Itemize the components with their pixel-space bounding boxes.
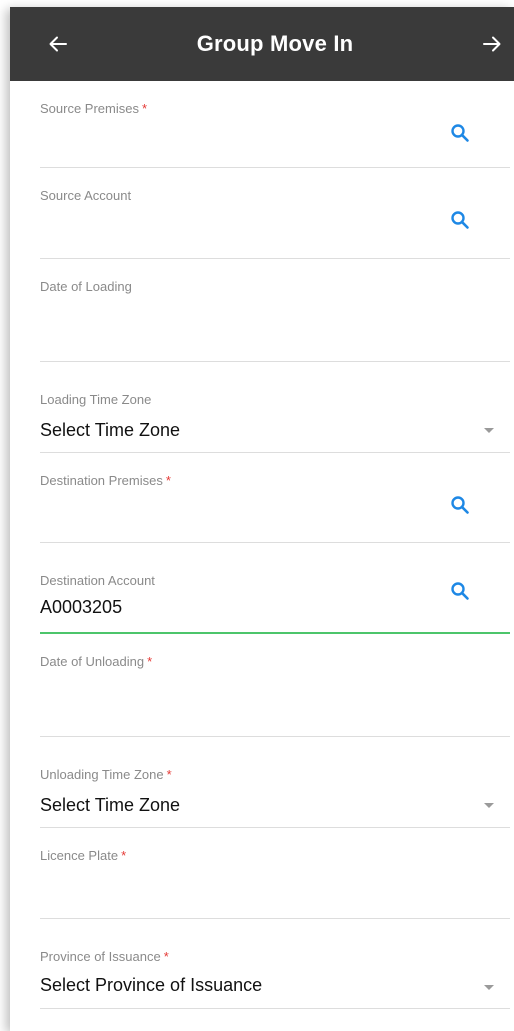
date-of-loading-label: Date of Loading	[40, 279, 132, 294]
destination-account-value[interactable]: A0003205	[40, 597, 122, 618]
required-marker: *	[165, 473, 171, 488]
dropdown-arrow-icon	[484, 985, 494, 990]
search-icon	[451, 582, 469, 600]
province-of-issuance-label: Province of Issuance *	[40, 949, 169, 964]
required-marker: *	[166, 767, 172, 782]
search-icon	[451, 496, 469, 514]
source-account-field[interactable]: Source Account	[40, 168, 510, 259]
loading-time-zone-label: Loading Time Zone	[40, 392, 152, 407]
loading-time-zone-select[interactable]: Loading Time Zone Select Time Zone	[40, 362, 510, 453]
app-frame: Group Move In Source Premises * Source Ac…	[10, 7, 514, 1031]
source-premises-search-button[interactable]	[446, 119, 474, 147]
back-button[interactable]	[36, 22, 80, 66]
destination-account-field[interactable]: Destination Account A0003205	[40, 543, 510, 634]
licence-plate-field[interactable]: Licence Plate *	[40, 828, 510, 919]
date-of-loading-field[interactable]: Date of Loading	[40, 259, 510, 362]
app-bar: Group Move In	[10, 7, 514, 81]
loading-time-zone-value: Select Time Zone	[40, 420, 181, 440]
next-button[interactable]	[470, 22, 514, 66]
page-title: Group Move In	[196, 31, 354, 56]
destination-account-label: Destination Account	[40, 573, 155, 588]
date-of-unloading-label: Date of Unloading *	[40, 654, 153, 669]
search-icon	[451, 124, 469, 142]
source-account-search-button[interactable]	[446, 206, 474, 234]
move-in-form: Source Premises * Source Account Date of…	[10, 81, 514, 1009]
source-premises-label: Source Premises *	[40, 101, 148, 116]
licence-plate-label: Licence Plate *	[40, 848, 127, 863]
search-icon	[451, 211, 469, 229]
source-account-label: Source Account	[40, 188, 132, 203]
unloading-time-zone-label: Unloading Time Zone *	[40, 767, 172, 782]
unloading-time-zone-value: Select Time Zone	[40, 795, 181, 815]
destination-premises-label: Destination Premises *	[40, 473, 171, 488]
dropdown-arrow-icon	[484, 428, 494, 433]
required-marker: *	[141, 101, 148, 116]
source-premises-field[interactable]: Source Premises *	[40, 81, 510, 168]
date-of-unloading-field[interactable]: Date of Unloading *	[40, 634, 510, 737]
required-marker: *	[163, 949, 169, 964]
required-marker: *	[147, 654, 153, 669]
destination-premises-search-button[interactable]	[446, 491, 474, 519]
dropdown-arrow-icon	[484, 803, 494, 808]
arrow-left-icon	[49, 36, 67, 52]
destination-account-search-button[interactable]	[446, 577, 474, 605]
province-of-issuance-value: Select Province of Issuance	[40, 975, 263, 995]
destination-premises-field[interactable]: Destination Premises *	[40, 453, 510, 543]
province-of-issuance-select[interactable]: Province of Issuance * Select Province of…	[40, 919, 510, 1009]
required-marker: *	[121, 848, 127, 863]
unloading-time-zone-select[interactable]: Unloading Time Zone * Select Time Zone	[40, 737, 510, 828]
arrow-right-icon	[483, 36, 501, 52]
